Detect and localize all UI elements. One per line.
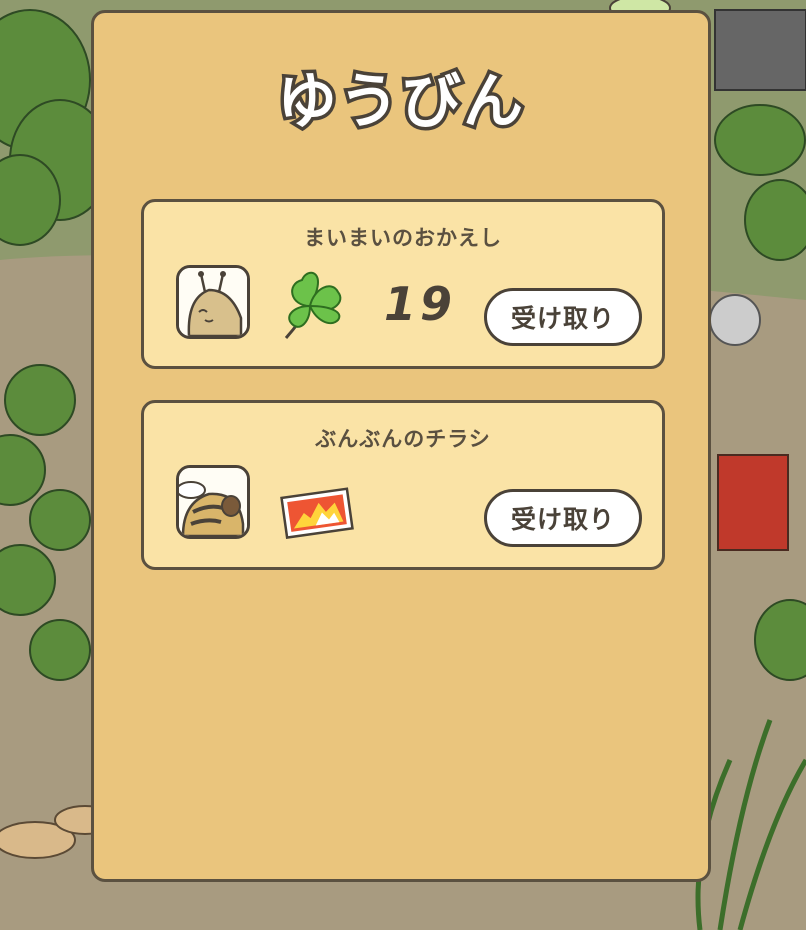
mail-sender-label: まいまいのおかえし [304,226,502,250]
receive-button[interactable]: 受け取り [484,489,642,547]
mail-sender-label: ぶんぶんのチラシ [315,427,491,451]
bee-face-icon [176,465,250,539]
receive-button[interactable]: 受け取り [484,288,642,346]
reward-count: 19 [384,277,457,331]
mail-panel: ゆうびん まいまいのおかえし 19 受け取り ぶんぶんのチラシ 受け取り [91,10,711,882]
snail-face-icon [176,265,250,339]
page-title: ゆうびん [274,64,527,141]
flyer-ticket-icon [280,487,356,539]
mail-item: ぶんぶんのチラシ 受け取り [141,400,665,570]
mail-item: まいまいのおかえし 19 受け取り [141,199,665,369]
clover-icon [280,262,344,342]
